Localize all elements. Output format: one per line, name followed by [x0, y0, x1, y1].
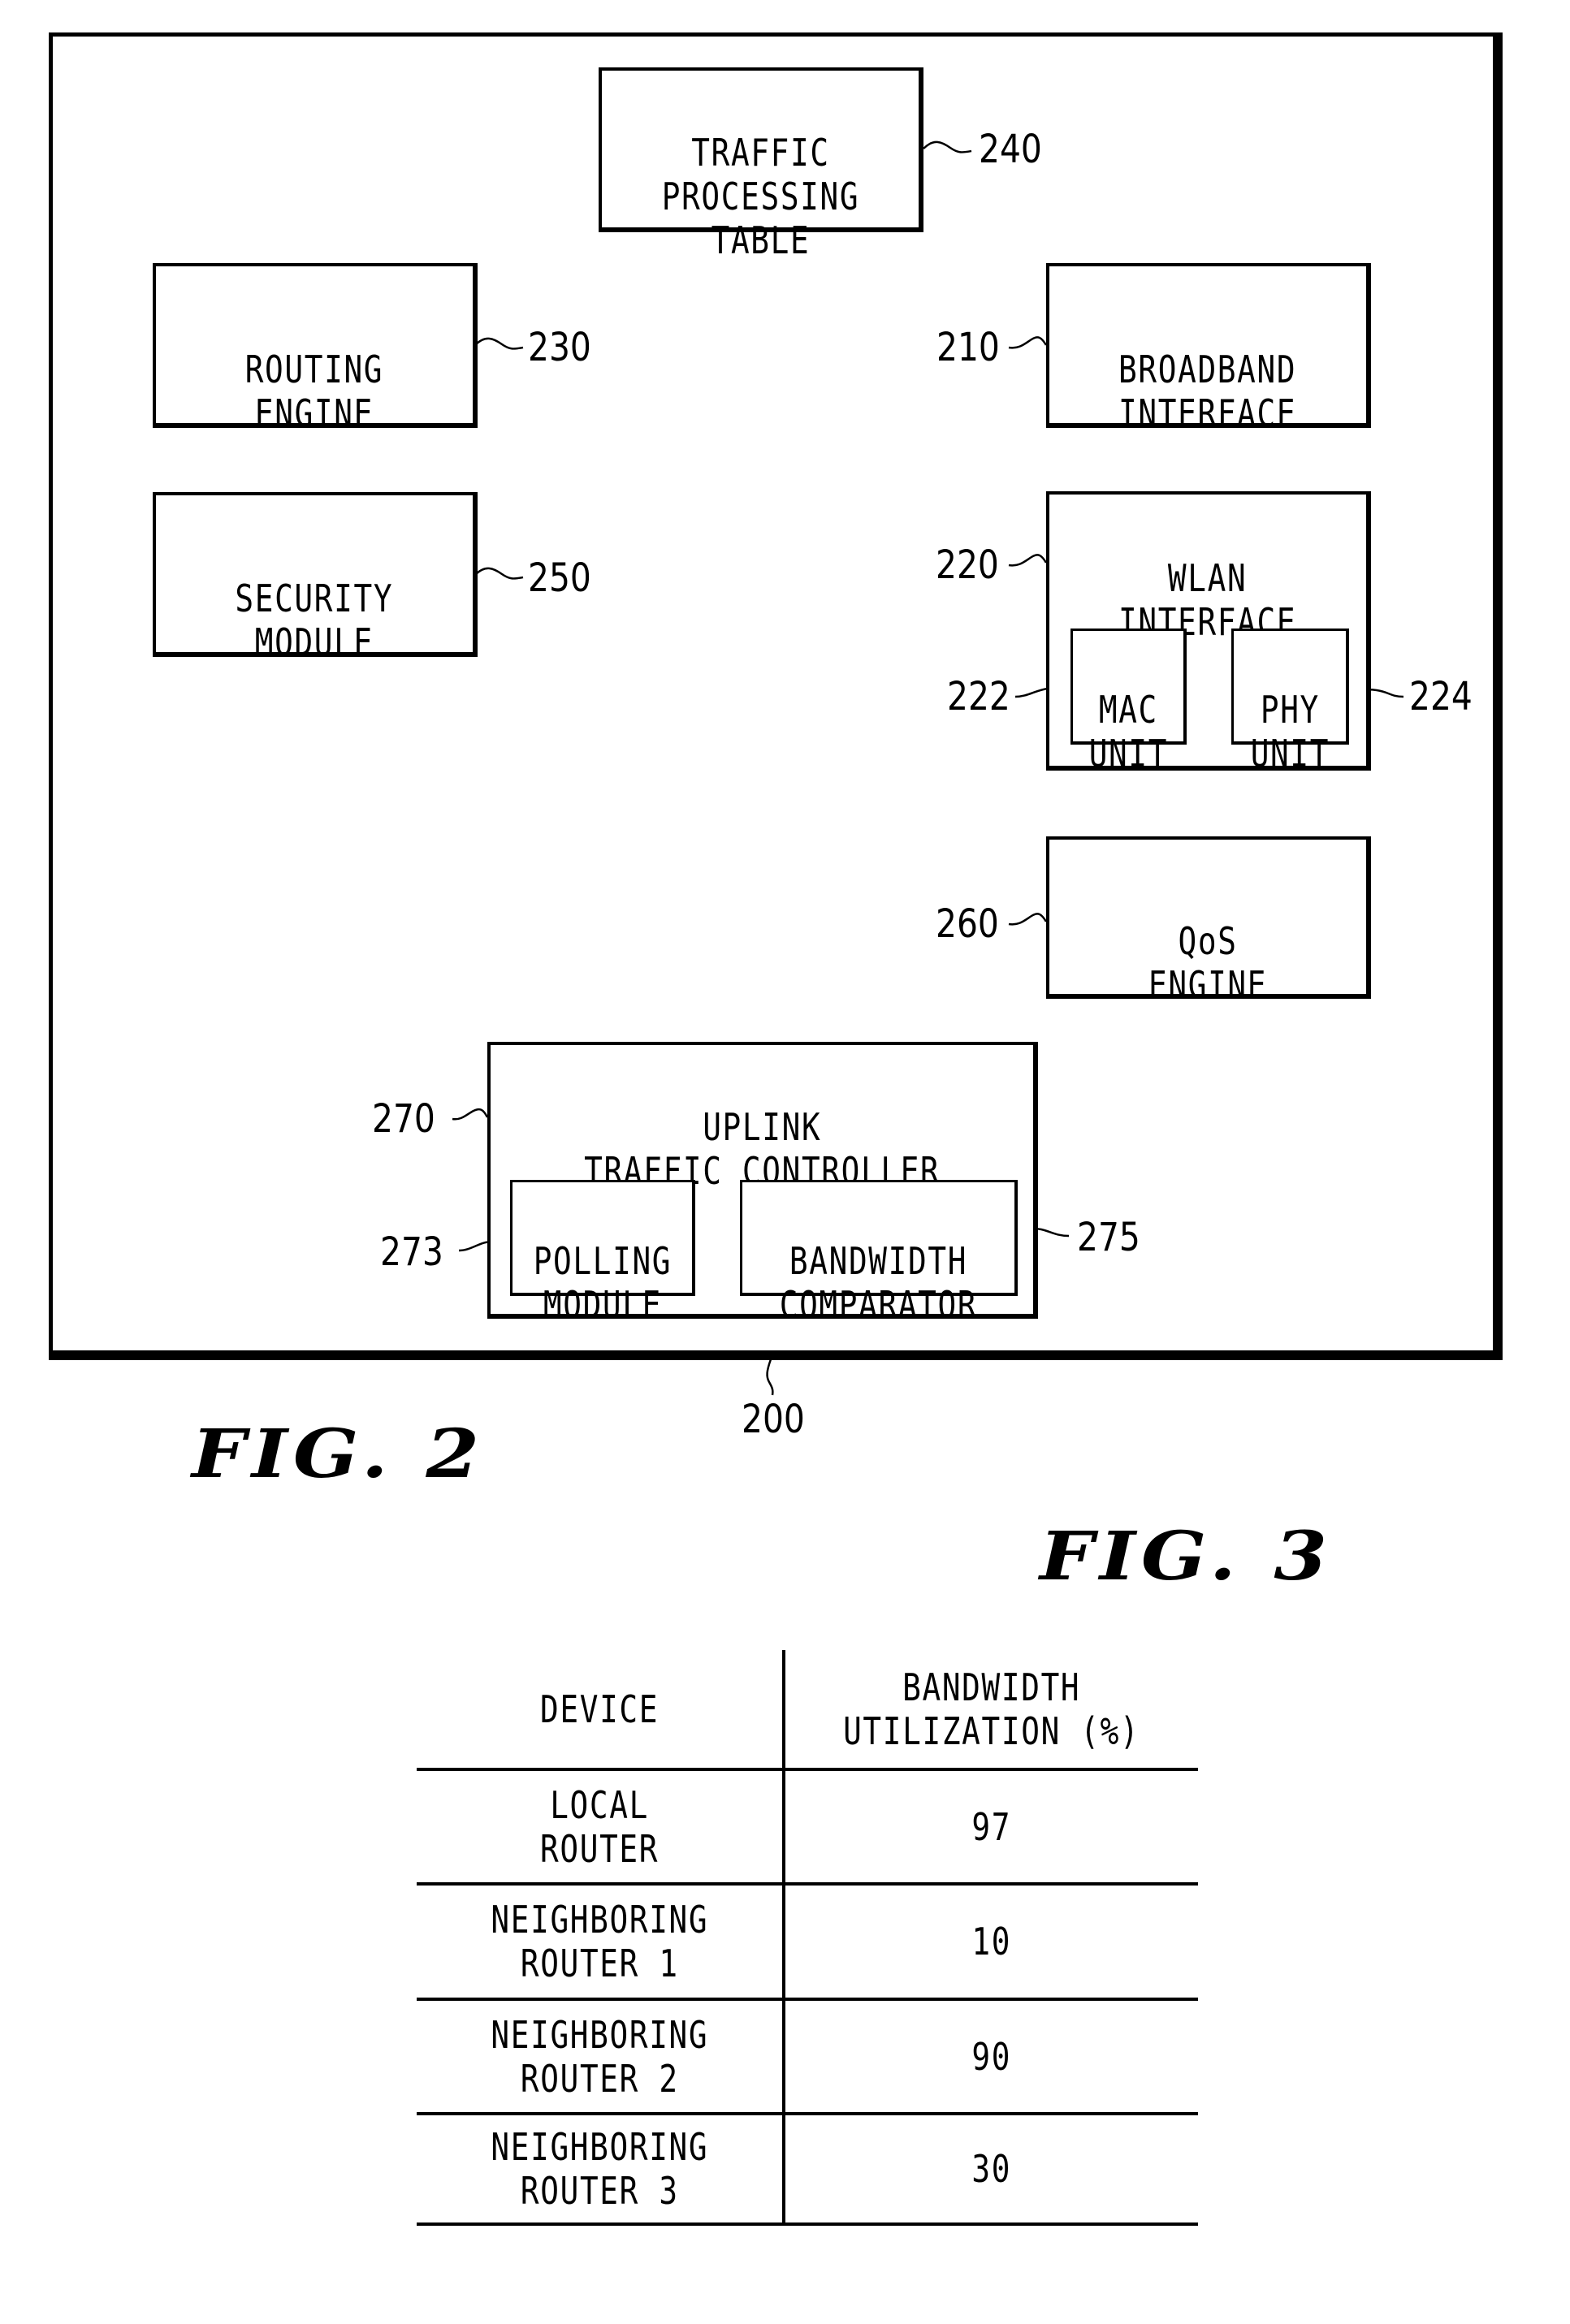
wlan-interface-block: WLAN INTERFACE MAC UNIT PHY UNIT — [1046, 491, 1371, 775]
ref-260: 260 — [936, 901, 999, 947]
table-cell-device: NEIGHBORING ROUTER 2 — [491, 2012, 708, 2101]
ref-250: 250 — [528, 555, 591, 601]
leader-260 — [1008, 913, 1048, 926]
polling-module-label: POLLING MODULE — [533, 1239, 672, 1327]
leader-230 — [474, 337, 524, 350]
table-cell-utilization: 97 — [971, 1804, 1012, 1849]
broadband-interface-label: BROADBAND INTERFACE — [1118, 348, 1297, 435]
table-bottom-rule — [417, 2222, 1198, 2226]
traffic-processing-table-block: TRAFFIC PROCESSING TABLE — [599, 67, 923, 262]
phy-unit-label: PHY UNIT — [1250, 688, 1330, 775]
figure-2-caption: FIG. 2 — [192, 1415, 485, 1493]
ref-220: 220 — [936, 542, 999, 588]
uplink-traffic-controller-block: UPLINK TRAFFIC CONTROLLER POLLING MODULE… — [487, 1042, 1038, 1327]
polling-module-block: POLLING MODULE — [510, 1180, 695, 1327]
table-cell-device: NEIGHBORING ROUTER 3 — [491, 2125, 708, 2213]
leader-220 — [1008, 554, 1048, 567]
ref-270: 270 — [372, 1096, 435, 1142]
table-header-utilization: BANDWIDTH UTILIZATION (%) — [843, 1665, 1140, 1753]
security-module-block: SECURITY MODULE — [153, 492, 478, 664]
wlan-interface-label: WLAN INTERFACE — [1118, 556, 1297, 644]
table-cell-device: LOCAL ROUTER — [539, 1782, 660, 1871]
ref-230: 230 — [528, 325, 591, 370]
leader-270 — [452, 1108, 489, 1121]
qos-engine-block: QoS ENGINE — [1046, 836, 1371, 1007]
leader-250 — [474, 567, 524, 580]
traffic-processing-table-label: TRAFFIC PROCESSING TABLE — [661, 131, 859, 262]
security-module-label: SECURITY MODULE — [235, 577, 394, 664]
mac-unit-label: MAC UNIT — [1088, 688, 1168, 775]
qos-engine-label: QoS ENGINE — [1148, 919, 1268, 1007]
ref-275: 275 — [1077, 1215, 1140, 1260]
phy-unit-block: PHY UNIT — [1231, 629, 1349, 775]
table-cell-utilization: 30 — [971, 2147, 1012, 2191]
ref-224: 224 — [1409, 674, 1473, 719]
broadband-interface-block: BROADBAND INTERFACE — [1046, 263, 1371, 435]
routing-engine-label: ROUTING ENGINE — [244, 348, 384, 435]
leader-200 — [766, 1359, 774, 1396]
bandwidth-comparator-label: BANDWIDTH COMPARATOR — [779, 1239, 978, 1327]
routing-engine-block: ROUTING ENGINE — [153, 263, 478, 435]
ref-222: 222 — [947, 674, 1010, 719]
figure-3-caption: FIG. 3 — [1040, 1518, 1333, 1596]
mac-unit-block: MAC UNIT — [1070, 629, 1187, 775]
table-header-device: DEVICE — [539, 1687, 660, 1731]
table-cell-utilization: 90 — [971, 2034, 1012, 2079]
table-cell-utilization: 10 — [971, 1920, 1012, 1963]
ref-200: 200 — [742, 1397, 805, 1442]
ref-273: 273 — [380, 1229, 443, 1275]
bandwidth-comparator-block: BANDWIDTH COMPARATOR — [740, 1180, 1018, 1327]
leader-210 — [1008, 336, 1048, 349]
table-cell-device: NEIGHBORING ROUTER 1 — [491, 1898, 708, 1985]
uplink-traffic-controller-label: UPLINK TRAFFIC CONTROLLER — [583, 1105, 941, 1193]
ref-240: 240 — [979, 127, 1042, 172]
ref-210: 210 — [936, 325, 1000, 370]
leader-240 — [923, 140, 972, 153]
